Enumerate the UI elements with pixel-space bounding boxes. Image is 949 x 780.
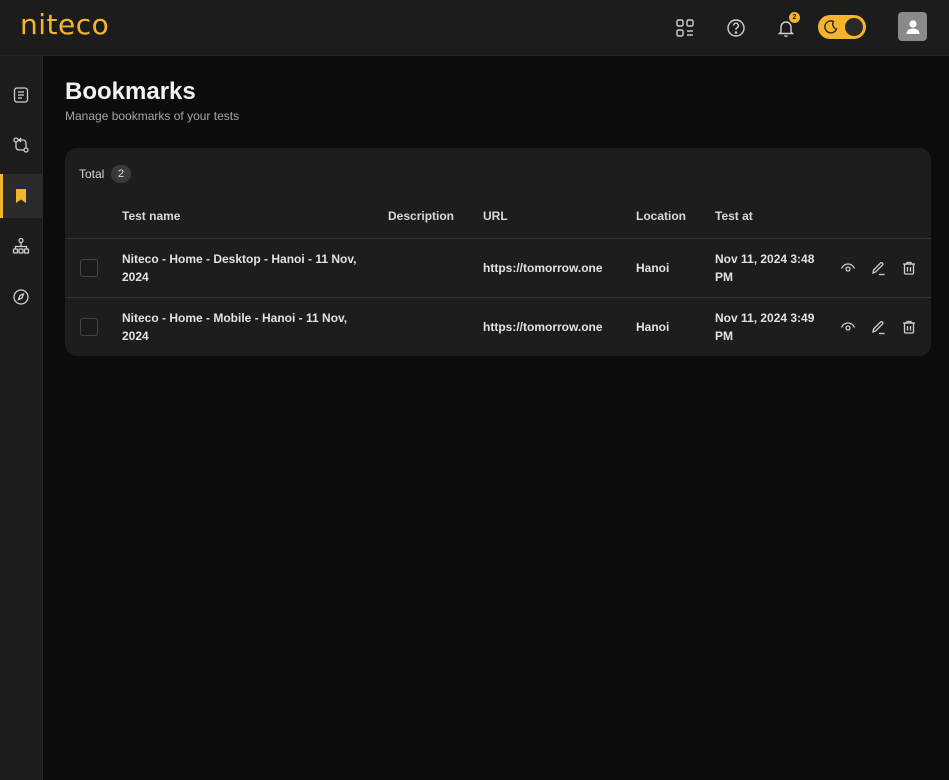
sidebar-item-reports[interactable] bbox=[0, 73, 42, 117]
user-avatar[interactable] bbox=[898, 12, 927, 41]
header-url[interactable]: URL bbox=[483, 209, 508, 223]
toggle-knob bbox=[845, 18, 863, 36]
header-location[interactable]: Location bbox=[636, 209, 686, 223]
page-title: Bookmarks bbox=[65, 78, 196, 105]
bookmarks-table: Total 2 Test name Description URL Locati… bbox=[65, 148, 931, 356]
location-cell: Hanoi bbox=[636, 320, 670, 334]
top-bar: niteco 2 bbox=[0, 0, 949, 56]
location-cell: Hanoi bbox=[636, 261, 670, 275]
test-name-cell[interactable]: Niteco - Home - Mobile - Hanoi - 11 Nov,… bbox=[122, 309, 367, 345]
url-cell[interactable]: https://tomorrow.one bbox=[483, 318, 603, 336]
notifications-bell[interactable]: 2 bbox=[772, 12, 800, 42]
url-cell[interactable]: https://tomorrow.one bbox=[483, 259, 603, 277]
eye-icon bbox=[840, 263, 856, 272]
git-compare-icon bbox=[13, 137, 29, 153]
pencil-icon bbox=[872, 262, 885, 276]
row-checkbox[interactable] bbox=[80, 259, 98, 277]
table-row[interactable]: Niteco - Home - Desktop - Hanoi - 11 Nov… bbox=[65, 238, 931, 297]
page-subtitle: Manage bookmarks of your tests bbox=[65, 109, 240, 123]
compass-icon bbox=[13, 289, 29, 305]
sidebar-item-bookmarks[interactable] bbox=[0, 174, 42, 218]
bookmark-icon bbox=[16, 189, 26, 203]
theme-toggle[interactable] bbox=[818, 15, 866, 39]
logo[interactable]: niteco bbox=[20, 8, 109, 41]
view-button[interactable] bbox=[839, 259, 857, 277]
row-checkbox[interactable] bbox=[80, 318, 98, 336]
sidebar bbox=[0, 56, 43, 780]
delete-button[interactable] bbox=[900, 259, 918, 277]
trash-icon bbox=[903, 261, 915, 275]
moon-icon bbox=[824, 20, 838, 34]
sidebar-item-sitemap[interactable] bbox=[0, 224, 42, 268]
document-list-icon bbox=[13, 87, 29, 103]
delete-button[interactable] bbox=[900, 318, 918, 336]
test-at-cell: Nov 11, 2024 3:49 PM bbox=[715, 311, 815, 343]
table-row[interactable]: Niteco - Home - Mobile - Hanoi - 11 Nov,… bbox=[65, 297, 931, 356]
sidebar-item-compare[interactable] bbox=[0, 123, 42, 167]
notification-badge: 2 bbox=[789, 12, 800, 23]
user-icon bbox=[906, 19, 919, 34]
header-test-at[interactable]: Test at bbox=[715, 209, 753, 223]
test-name-cell[interactable]: Niteco - Home - Desktop - Hanoi - 11 Nov… bbox=[122, 250, 357, 286]
help-icon[interactable] bbox=[722, 14, 750, 42]
pencil-icon bbox=[872, 321, 885, 335]
sitemap-icon bbox=[12, 237, 30, 254]
edit-button[interactable] bbox=[869, 318, 887, 336]
apps-icon[interactable] bbox=[671, 14, 699, 42]
eye-icon bbox=[840, 322, 856, 331]
header-description[interactable]: Description bbox=[388, 209, 454, 223]
test-at-cell: Nov 11, 2024 3:48 PM bbox=[715, 252, 815, 284]
view-button[interactable] bbox=[839, 318, 857, 336]
edit-button[interactable] bbox=[869, 259, 887, 277]
total-label: Total bbox=[79, 167, 105, 181]
sidebar-item-explore[interactable] bbox=[0, 275, 42, 319]
trash-icon bbox=[903, 320, 915, 334]
header-test-name[interactable]: Test name bbox=[122, 209, 180, 223]
total-count-badge: 2 bbox=[111, 165, 131, 183]
